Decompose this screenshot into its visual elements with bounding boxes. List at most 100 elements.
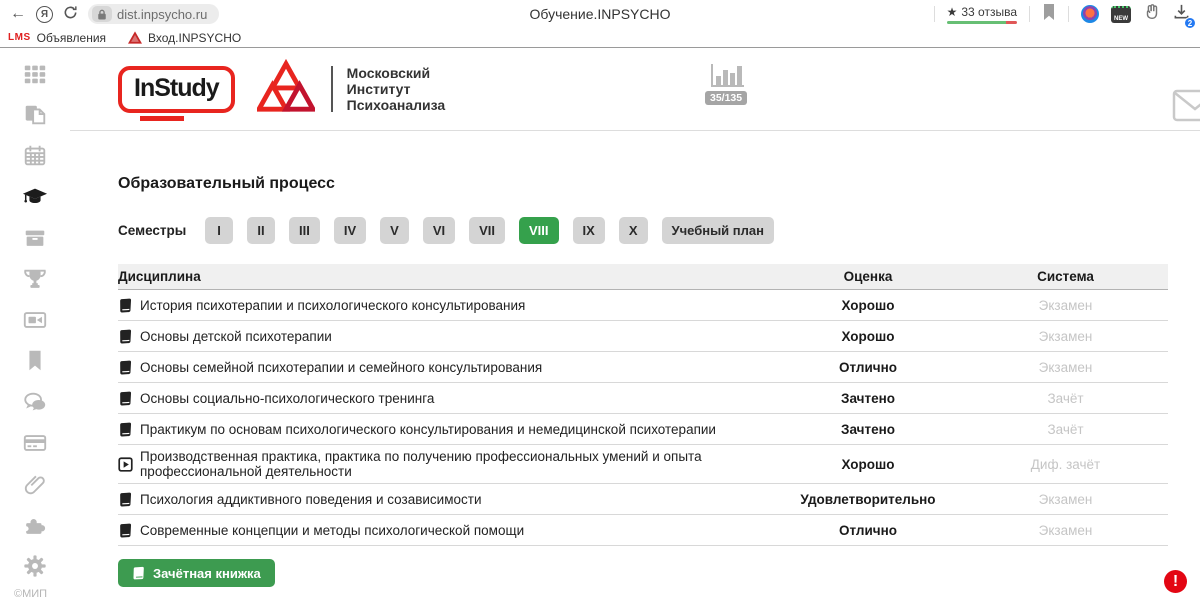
chat-icon[interactable] — [22, 389, 48, 415]
semester-tab[interactable]: IV — [334, 217, 366, 244]
semester-tab[interactable]: IX — [573, 217, 605, 244]
disciplines-table: Дисциплина Оценка Система История психот… — [118, 264, 1168, 546]
browser-toolbar: ← Я dist.inpsycho.ru Обучение.INPSYCHO ★… — [0, 0, 1200, 28]
alert-icon[interactable]: ! — [1164, 570, 1187, 593]
table-row[interactable]: Основы детской психотерапии Хорошо Экзам… — [118, 321, 1168, 352]
divider — [1029, 6, 1030, 22]
book-icon — [118, 360, 133, 375]
table-row[interactable]: Психология аддиктивного поведения и соза… — [118, 484, 1168, 515]
discipline-name: Современные концепции и методы психологи… — [140, 523, 524, 538]
table-row[interactable]: История психотерапии и психологического … — [118, 290, 1168, 321]
bar-chart-icon — [706, 62, 746, 90]
reviews-widget[interactable]: ★ 33 отзыва — [947, 5, 1017, 24]
bookmark-item-vhod[interactable]: Вход.INPSYCHO — [128, 31, 241, 45]
glove-icon[interactable] — [1143, 3, 1161, 26]
bookmark-icon[interactable] — [22, 348, 48, 374]
discipline-name: Практикум по основам психологического ко… — [140, 422, 716, 437]
bookmark-label: Вход.INPSYCHO — [148, 31, 241, 45]
rating-bar — [947, 21, 1017, 24]
semester-tab[interactable]: VI — [423, 217, 455, 244]
system-value: Экзамен — [963, 298, 1168, 313]
system-value: Диф. зачёт — [963, 457, 1168, 472]
semesters-label: Семестры — [118, 223, 205, 238]
puzzle-icon[interactable] — [22, 512, 48, 538]
archive-box-icon[interactable] — [22, 225, 48, 251]
institute-name: Московский Институт Психоанализа — [347, 65, 446, 113]
semester-tab[interactable]: V — [380, 217, 409, 244]
downloads-icon[interactable]: 2 — [1173, 3, 1190, 25]
table-row[interactable]: Основы семейной психотерапии и семейного… — [118, 352, 1168, 383]
instudy-logo[interactable]: InStudy — [118, 66, 235, 113]
table-row[interactable]: Основы социально-психологического тренин… — [118, 383, 1168, 414]
system-value: Экзамен — [963, 360, 1168, 375]
mail-widget[interactable]: 0 — [1172, 89, 1200, 122]
grade-value: Отлично — [773, 360, 963, 375]
gradebook-button-label: Зачётная книжка — [153, 566, 261, 581]
semester-tab[interactable]: II — [247, 217, 275, 244]
mip-favicon — [128, 31, 142, 44]
star-icon: ★ — [947, 5, 958, 19]
semester-tab[interactable]: X — [619, 217, 648, 244]
content-area: InStudy Московский Институт Психоанализа — [70, 48, 1200, 600]
book-icon — [118, 329, 133, 344]
semester-tab[interactable]: VII — [469, 217, 505, 244]
grade-value: Хорошо — [773, 457, 963, 472]
site-header: InStudy Московский Институт Психоанализа — [70, 48, 1200, 131]
reviews-count: 33 отзыва — [961, 5, 1017, 19]
semester-tab[interactable]: Учебный план — [662, 217, 774, 244]
book-icon — [132, 566, 146, 580]
bookmark-item-lms[interactable]: LMS Объявления — [8, 31, 106, 45]
grid-icon[interactable] — [22, 61, 48, 87]
calendar-icon[interactable] — [22, 143, 48, 169]
discipline-name: История психотерапии и психологического … — [140, 298, 525, 313]
mail-icon — [1172, 89, 1200, 122]
trophy-icon[interactable] — [22, 266, 48, 292]
yandex-browser-icon[interactable]: Я — [36, 6, 53, 23]
paperclip-icon[interactable] — [22, 471, 48, 497]
lock-icon[interactable] — [92, 6, 112, 22]
table-row[interactable]: Производственная практика, практика по п… — [118, 445, 1168, 484]
discipline-name: Производственная практика, практика по п… — [140, 449, 773, 479]
mip-triangle-logo[interactable] — [257, 59, 315, 120]
grade-value: Хорошо — [773, 329, 963, 344]
sidebar: ©МИП — [0, 48, 70, 600]
progress-stats-widget[interactable]: 35/135 — [705, 62, 747, 105]
gear-icon[interactable] — [22, 553, 48, 579]
documents-icon[interactable] — [22, 102, 48, 128]
divider — [1068, 6, 1069, 22]
semester-tab[interactable]: VIII — [519, 217, 559, 244]
table-row[interactable]: Современные концепции и методы психологи… — [118, 515, 1168, 546]
grade-value: Зачтено — [773, 391, 963, 406]
back-icon[interactable]: ← — [10, 6, 26, 22]
discipline-name: Психология аддиктивного поведения и соза… — [140, 492, 481, 507]
graduation-cap-icon[interactable] — [22, 184, 48, 210]
system-value: Зачёт — [963, 422, 1168, 437]
semester-tabs: IIIIIIIVVVIVIIVIIIIXXУчебный план — [205, 217, 774, 244]
grade-value: Зачтено — [773, 422, 963, 437]
semester-tab[interactable]: I — [205, 217, 233, 244]
grade-value: Удовлетворительно — [773, 492, 963, 507]
progress-badge: 35/135 — [705, 91, 747, 105]
system-value: Зачёт — [963, 391, 1168, 406]
refresh-icon[interactable] — [63, 5, 78, 24]
extension-color-icon[interactable] — [1081, 5, 1099, 23]
bookmark-label: Объявления — [37, 31, 106, 45]
table-row[interactable]: Практикум по основам психологического ко… — [118, 414, 1168, 445]
book-icon — [118, 492, 133, 507]
book-icon — [118, 391, 133, 406]
grade-value: Хорошо — [773, 298, 963, 313]
book-icon — [118, 298, 133, 313]
system-value: Экзамен — [963, 329, 1168, 344]
card-icon[interactable] — [22, 430, 48, 456]
bookmarks-bar: LMS Объявления Вход.INPSYCHO — [0, 28, 1200, 47]
bookmark-flag-icon[interactable] — [1042, 4, 1056, 25]
extension-new-icon[interactable]: NEW — [1111, 6, 1131, 23]
book-icon — [118, 422, 133, 437]
semester-tab[interactable]: III — [289, 217, 320, 244]
address-bar[interactable]: dist.inpsycho.ru — [88, 4, 219, 24]
gradebook-button[interactable]: Зачётная книжка — [118, 559, 275, 587]
video-file-icon[interactable] — [22, 307, 48, 333]
discipline-name: Основы семейной психотерапии и семейного… — [140, 360, 542, 375]
url-text: dist.inpsycho.ru — [117, 7, 207, 22]
table-header: Дисциплина Оценка Система — [118, 264, 1168, 290]
